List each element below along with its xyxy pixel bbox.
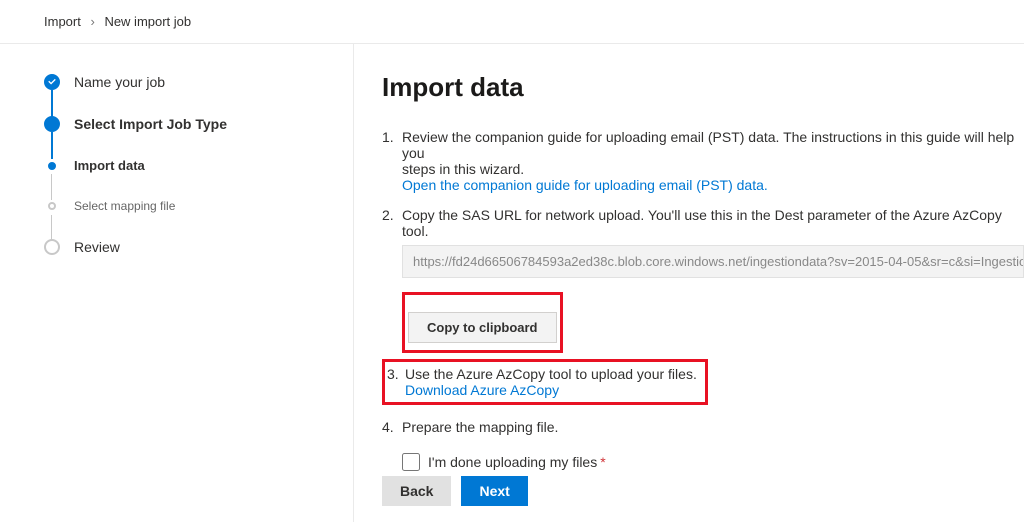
highlight-annotation: 3. Use the Azure AzCopy tool to upload y…: [382, 359, 708, 405]
required-indicator: *: [600, 454, 605, 470]
breadcrumb-root[interactable]: Import: [44, 14, 81, 29]
step-review[interactable]: Review: [44, 239, 323, 255]
step-select-import-job-type[interactable]: Select Import Job Type: [44, 116, 323, 158]
breadcrumb: Import › New import job: [0, 0, 1024, 44]
wizard-footer-buttons: Back Next: [382, 476, 528, 506]
step-label: Select Import Job Type: [74, 116, 227, 132]
instruction-step-2: Copy the SAS URL for network upload. You…: [382, 207, 1024, 278]
checkbox-label: I'm done uploading my files: [428, 454, 597, 470]
future-step-icon: [44, 239, 60, 255]
highlight-annotation: Copy to clipboard: [402, 292, 563, 353]
sas-url-display[interactable]: https://fd24d66506784593a2ed38c.blob.cor…: [402, 245, 1024, 278]
substep-icon: [48, 162, 56, 170]
step-label: Name your job: [74, 74, 165, 90]
step-label: Import data: [74, 158, 145, 173]
copy-to-clipboard-button[interactable]: Copy to clipboard: [408, 312, 557, 343]
page-title: Import data: [382, 72, 1024, 103]
step-select-mapping-file[interactable]: Select mapping file: [44, 199, 323, 239]
step-name-your-job[interactable]: Name your job: [44, 74, 323, 116]
companion-guide-link[interactable]: Open the companion guide for uploading e…: [402, 177, 768, 193]
done-uploading-checkbox-row: I'm done uploading my files *: [402, 453, 1024, 471]
main-content: Import data Review the companion guide f…: [354, 44, 1024, 522]
done-uploading-checkbox[interactable]: [402, 453, 420, 471]
chevron-right-icon: ›: [90, 14, 94, 29]
step-import-data[interactable]: Import data: [44, 158, 323, 199]
instruction-step-1: Review the companion guide for uploading…: [382, 129, 1024, 193]
instruction-step-3: 3. Use the Azure AzCopy tool to upload y…: [382, 359, 1024, 405]
wizard-steps-sidebar: Name your job Select Import Job Type Imp…: [0, 44, 354, 522]
step-label: Select mapping file: [74, 199, 175, 213]
future-step-icon: [48, 202, 56, 210]
instruction-step-4: Prepare the mapping file.: [382, 419, 1024, 435]
current-step-icon: [44, 116, 60, 132]
back-button[interactable]: Back: [382, 476, 451, 506]
breadcrumb-current: New import job: [104, 14, 191, 29]
step-label: Review: [74, 239, 120, 255]
next-button[interactable]: Next: [461, 476, 527, 506]
download-azcopy-link[interactable]: Download Azure AzCopy: [405, 382, 559, 398]
check-icon: [44, 74, 60, 90]
